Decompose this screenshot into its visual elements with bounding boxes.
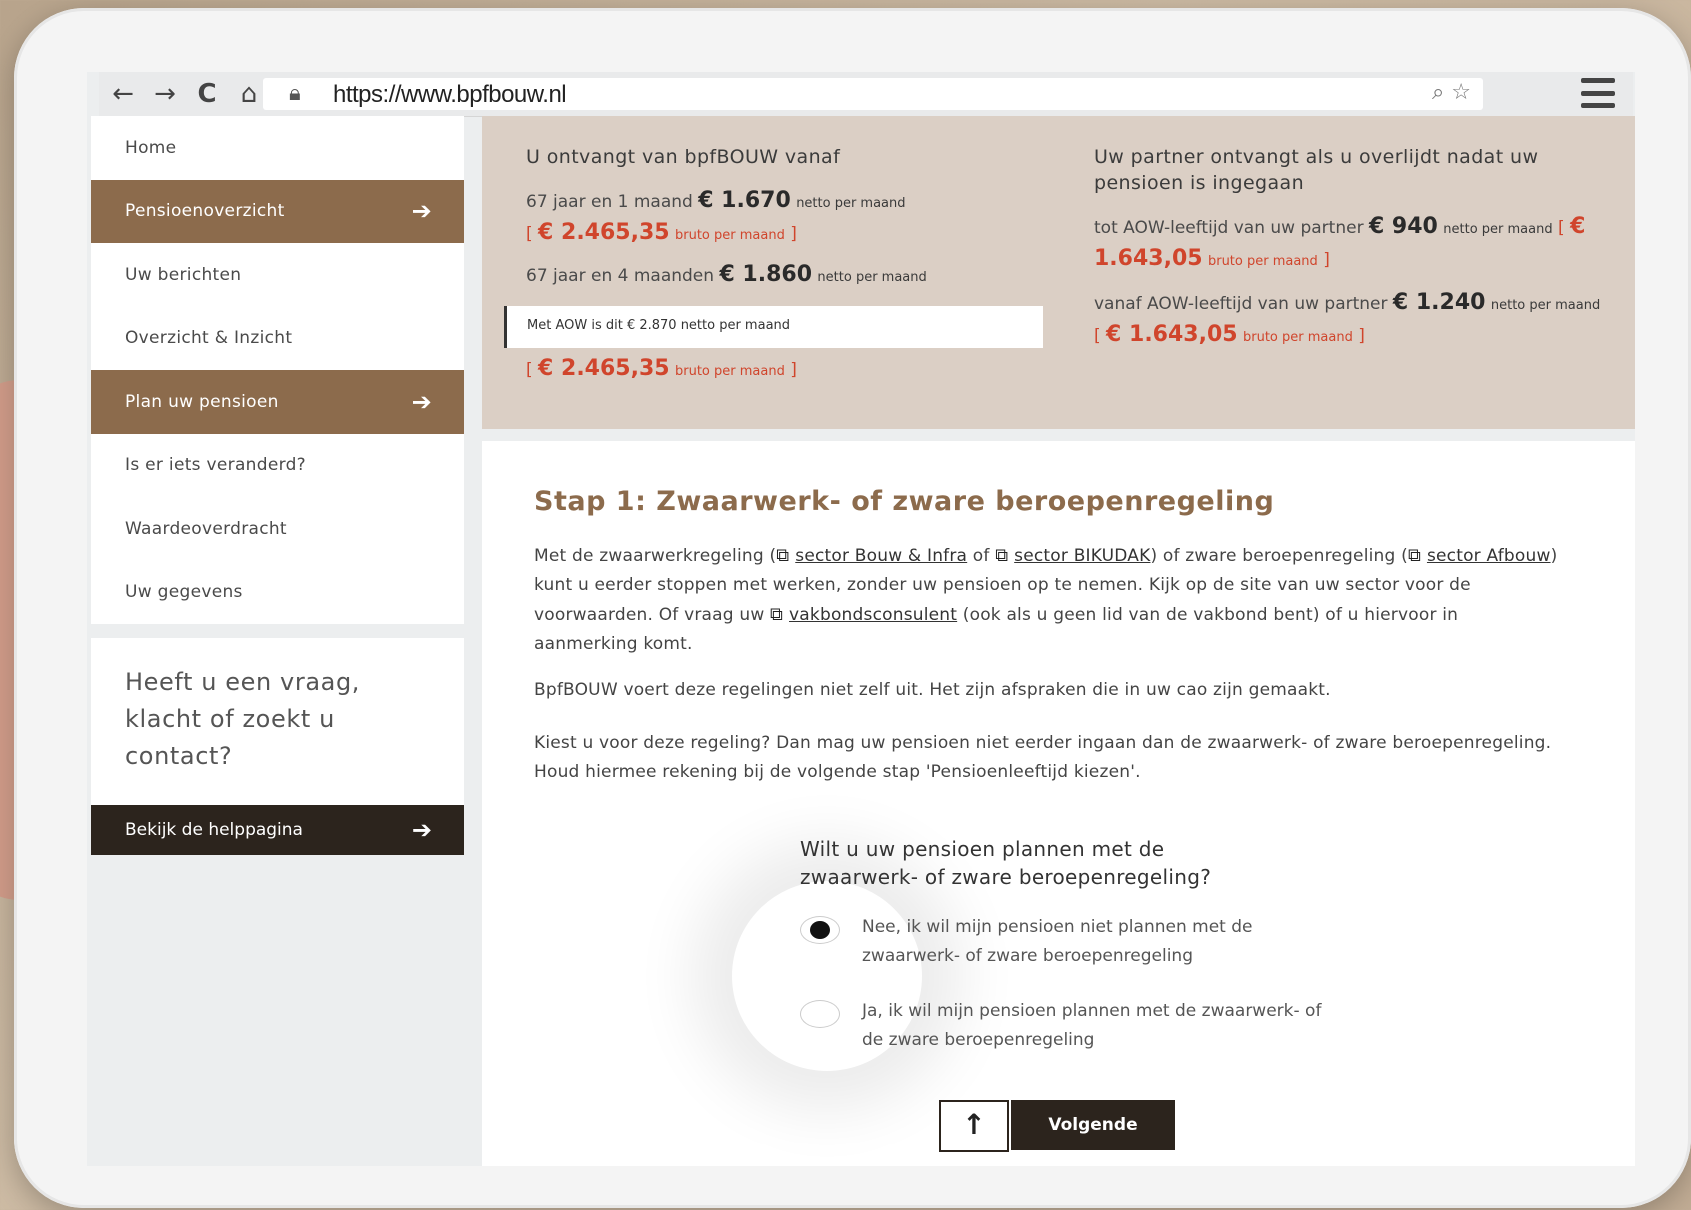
url-text: https://www.bpfbouw.nl: [333, 81, 567, 108]
help-question: Heeft u een vraag, klacht of zoekt u con…: [125, 668, 361, 770]
external-link-icon: ⧉: [770, 604, 790, 625]
next-button[interactable]: Volgende: [1011, 1100, 1175, 1150]
sidebar-item-home[interactable]: Home: [91, 116, 464, 180]
tablet-frame: ← → C ⌂ 🔒︎ https://www.bpfbouw.nl ⌕ ☆ Ho…: [14, 8, 1691, 1208]
radio-button-unselected[interactable]: [800, 1000, 840, 1028]
summary-left-gross2: [ € 2.465,35 bruto per maand ]: [526, 356, 797, 381]
arrow-right-icon: ➔: [411, 197, 432, 226]
main-content: U ontvangt van bpfBOUW vanaf 67 jaar en …: [482, 116, 1635, 1166]
radio-button-selected[interactable]: [800, 916, 840, 944]
help-button-label: Bekijk de helppagina: [125, 820, 303, 840]
sidebar-item-plan-pensioen[interactable]: Plan uw pensioen ➔: [91, 370, 464, 434]
summary-right-line2: vanaf AOW-leeftijd van uw partner € 1.24…: [1094, 290, 1601, 347]
arrow-right-icon: ➔: [411, 387, 432, 416]
screen: ← → C ⌂ 🔒︎ https://www.bpfbouw.nl ⌕ ☆ Ho…: [87, 72, 1635, 1166]
link-sector-bikudak[interactable]: sector BIKUDAK: [1014, 546, 1150, 566]
browser-nav: ← → C ⌂: [109, 80, 263, 108]
arrow-right-icon: ➔: [411, 816, 432, 844]
sidebar-item-berichten[interactable]: Uw berichten: [91, 243, 464, 307]
sidebar-item-pensioenoverzicht[interactable]: Pensioenoverzicht ➔: [91, 179, 464, 243]
summary-left: U ontvangt van bpfBOUW vanaf 67 jaar en …: [526, 144, 1006, 292]
help-box: Heeft u een vraag, klacht of zoekt u con…: [91, 638, 464, 805]
lock-icon: 🔒︎: [289, 81, 301, 106]
back-icon[interactable]: ←: [109, 80, 137, 108]
external-link-icon: ⧉: [776, 545, 796, 566]
step-title: Stap 1: Zwaarwerk- of zware beroepenrege…: [534, 486, 1275, 517]
sidebar-item-label: Uw berichten: [125, 264, 242, 285]
sidebar-item-waardeoverdracht[interactable]: Waardeoverdracht: [91, 497, 464, 561]
link-sector-bouw-infra[interactable]: sector Bouw & Infra: [795, 546, 967, 566]
address-bar[interactable]: 🔒︎ https://www.bpfbouw.nl ⌕ ☆: [263, 78, 1483, 110]
info-paragraph: BpfBOUW voert deze regelingen niet zelf …: [534, 680, 1331, 700]
summary-right-line1: tot AOW-leeftijd van uw partner € 940 ne…: [1094, 214, 1586, 271]
summary-right-heading: Uw partner ontvangt als u overlijdt nada…: [1094, 146, 1539, 194]
link-vakbondsconsulent[interactable]: vakbondsconsulent: [789, 605, 957, 625]
radio-label-no: Nee, ik wil mijn pensioen niet plannen m…: [862, 917, 1253, 966]
menu-icon[interactable]: [1581, 78, 1615, 108]
summary-left-heading: U ontvangt van bpfBOUW vanaf: [526, 146, 841, 168]
radio-label-yes: Ja, ik wil mijn pensioen plannen met de …: [862, 1001, 1322, 1050]
intro-paragraph: Met de zwaarwerkregeling (⧉ sector Bouw …: [534, 545, 1558, 654]
help-page-button[interactable]: Bekijk de helppagina ➔: [91, 805, 464, 855]
sidebar-item-label: Home: [125, 137, 177, 158]
scroll-up-button[interactable]: ↑: [939, 1100, 1009, 1152]
warning-paragraph: Kiest u voor deze regeling? Dan mag uw p…: [534, 733, 1552, 782]
browser-bar: ← → C ⌂ 🔒︎ https://www.bpfbouw.nl ⌕ ☆: [99, 72, 1633, 117]
sidebar-item-label: Waardeoverdracht: [125, 518, 287, 539]
link-sector-afbouw[interactable]: sector Afbouw: [1427, 546, 1551, 566]
summary-left-line1: 67 jaar en 1 maand € 1.670 netto per maa…: [526, 188, 906, 213]
sidebar-item-label: Overzicht & Inzicht: [125, 328, 293, 349]
reload-icon[interactable]: C: [193, 80, 221, 108]
sidebar-item-label: Is er iets veranderd?: [125, 455, 306, 476]
pension-summary: U ontvangt van bpfBOUW vanaf 67 jaar en …: [482, 116, 1635, 429]
external-link-icon: ⧉: [995, 545, 1015, 566]
zoom-bookmark-icons[interactable]: ⌕ ☆: [1432, 80, 1471, 105]
external-link-icon: ⧉: [1407, 545, 1427, 566]
home-icon[interactable]: ⌂: [235, 80, 263, 108]
sidebar-item-label: Plan uw pensioen: [125, 391, 279, 412]
summary-left-line2: 67 jaar en 4 maanden € 1.860 netto per m…: [526, 262, 927, 287]
sidebar-item-veranderd[interactable]: Is er iets veranderd?: [91, 434, 464, 498]
sidebar-item-overzicht[interactable]: Overzicht & Inzicht: [91, 307, 464, 371]
sidebar-item-gegevens[interactable]: Uw gegevens: [91, 561, 464, 625]
sidebar-item-label: Uw gegevens: [125, 582, 243, 603]
sidebar-menu: Home Pensioenoverzicht ➔ Uw berichten Ov…: [91, 116, 464, 624]
summary-right: Uw partner ontvangt als u overlijdt nada…: [1094, 144, 1604, 352]
aow-note: Met AOW is dit € 2.870 netto per maand: [504, 306, 1043, 348]
question-label: Wilt u uw pensioen plannen met de zwaarw…: [800, 837, 1212, 889]
forward-icon[interactable]: →: [151, 80, 179, 108]
step-content: Stap 1: Zwaarwerk- of zware beroepenrege…: [482, 441, 1635, 1166]
summary-left-gross1: [ € 2.465,35 bruto per maand ]: [526, 220, 797, 245]
arrow-up-icon: ↑: [962, 1108, 986, 1141]
sidebar: Home Pensioenoverzicht ➔ Uw berichten Ov…: [91, 116, 464, 855]
sidebar-item-label: Pensioenoverzicht: [125, 201, 285, 222]
